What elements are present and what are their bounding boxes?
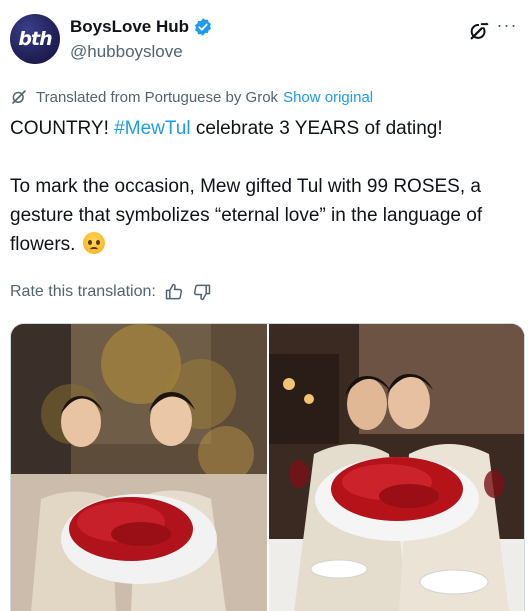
more-icon[interactable]: ···	[496, 16, 518, 40]
rate-label: Rate this translation:	[10, 283, 156, 300]
photo-couple-with-roses[interactable]	[11, 324, 267, 611]
display-name[interactable]: BoysLove Hub	[70, 17, 189, 37]
grok-icon[interactable]	[468, 20, 490, 42]
tweet-paragraph-2: To mark the occasion, Mew gifted Tul wit…	[10, 172, 520, 259]
tweet-text-end: celebrate 3 YEARS of dating!	[190, 118, 443, 139]
show-original-link[interactable]: Show original	[283, 89, 373, 106]
rate-translation: Rate this translation:	[10, 282, 212, 302]
tweet-text-start: COUNTRY!	[10, 118, 115, 139]
tweet-line-1: COUNTRY! #MewTul celebrate 3 YEARS of da…	[10, 114, 520, 143]
tweet-header: bth BoysLove Hub @hubboyslove ···	[10, 14, 518, 66]
translation-label: Translated from Portuguese by Grok	[36, 88, 279, 106]
handle[interactable]: @hubboyslove	[70, 42, 183, 62]
verified-badge-icon	[195, 18, 211, 36]
avatar[interactable]: bth	[10, 14, 60, 64]
photo-couple-kissing[interactable]	[269, 324, 524, 611]
translation-notice: Translated from Portuguese by Grok Show …	[10, 88, 373, 106]
tweet-text: COUNTRY! #MewTul celebrate 3 YEARS of da…	[10, 114, 520, 259]
thumbs-down-icon[interactable]	[192, 282, 212, 302]
grok-translate-icon	[12, 90, 26, 104]
photo-right-illustration	[269, 324, 524, 611]
thumbs-up-icon[interactable]	[164, 282, 184, 302]
pleading-face-emoji	[82, 232, 105, 254]
tweet-paragraph-2-text: To mark the occasion, Mew gifted Tul wit…	[10, 176, 483, 255]
avatar-logo-text: bth	[18, 28, 52, 50]
name-row: BoysLove Hub	[70, 17, 213, 37]
hashtag-link[interactable]: #MewTul	[114, 118, 190, 139]
media-grid	[10, 323, 525, 611]
photo-left-illustration	[11, 324, 267, 611]
